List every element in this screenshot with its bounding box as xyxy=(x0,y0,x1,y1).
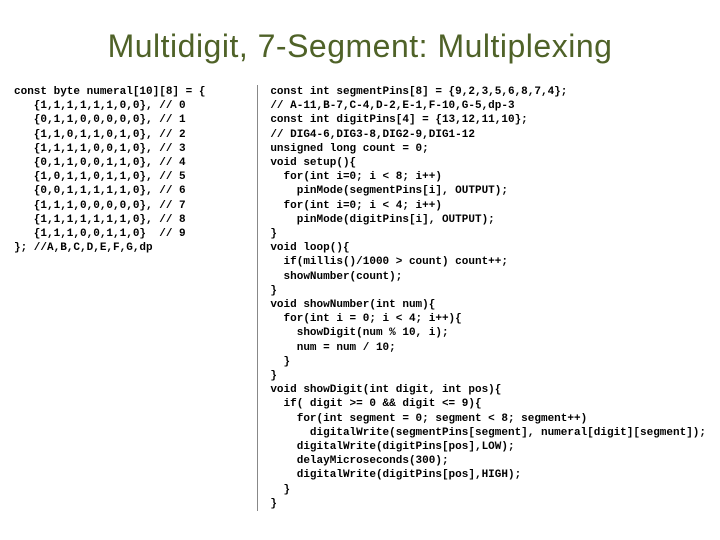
slide-title: Multidigit, 7-Segment: Multiplexing xyxy=(0,0,720,85)
left-column: const byte numeral[10][8] = { {1,1,1,1,1… xyxy=(14,85,257,511)
code-columns: const byte numeral[10][8] = { {1,1,1,1,1… xyxy=(0,85,720,511)
main-program-code: const int segmentPins[8] = {9,2,3,5,6,8,… xyxy=(270,85,706,511)
numeral-array-code: const byte numeral[10][8] = { {1,1,1,1,1… xyxy=(14,85,247,255)
right-column: const int segmentPins[8] = {9,2,3,5,6,8,… xyxy=(257,85,706,511)
